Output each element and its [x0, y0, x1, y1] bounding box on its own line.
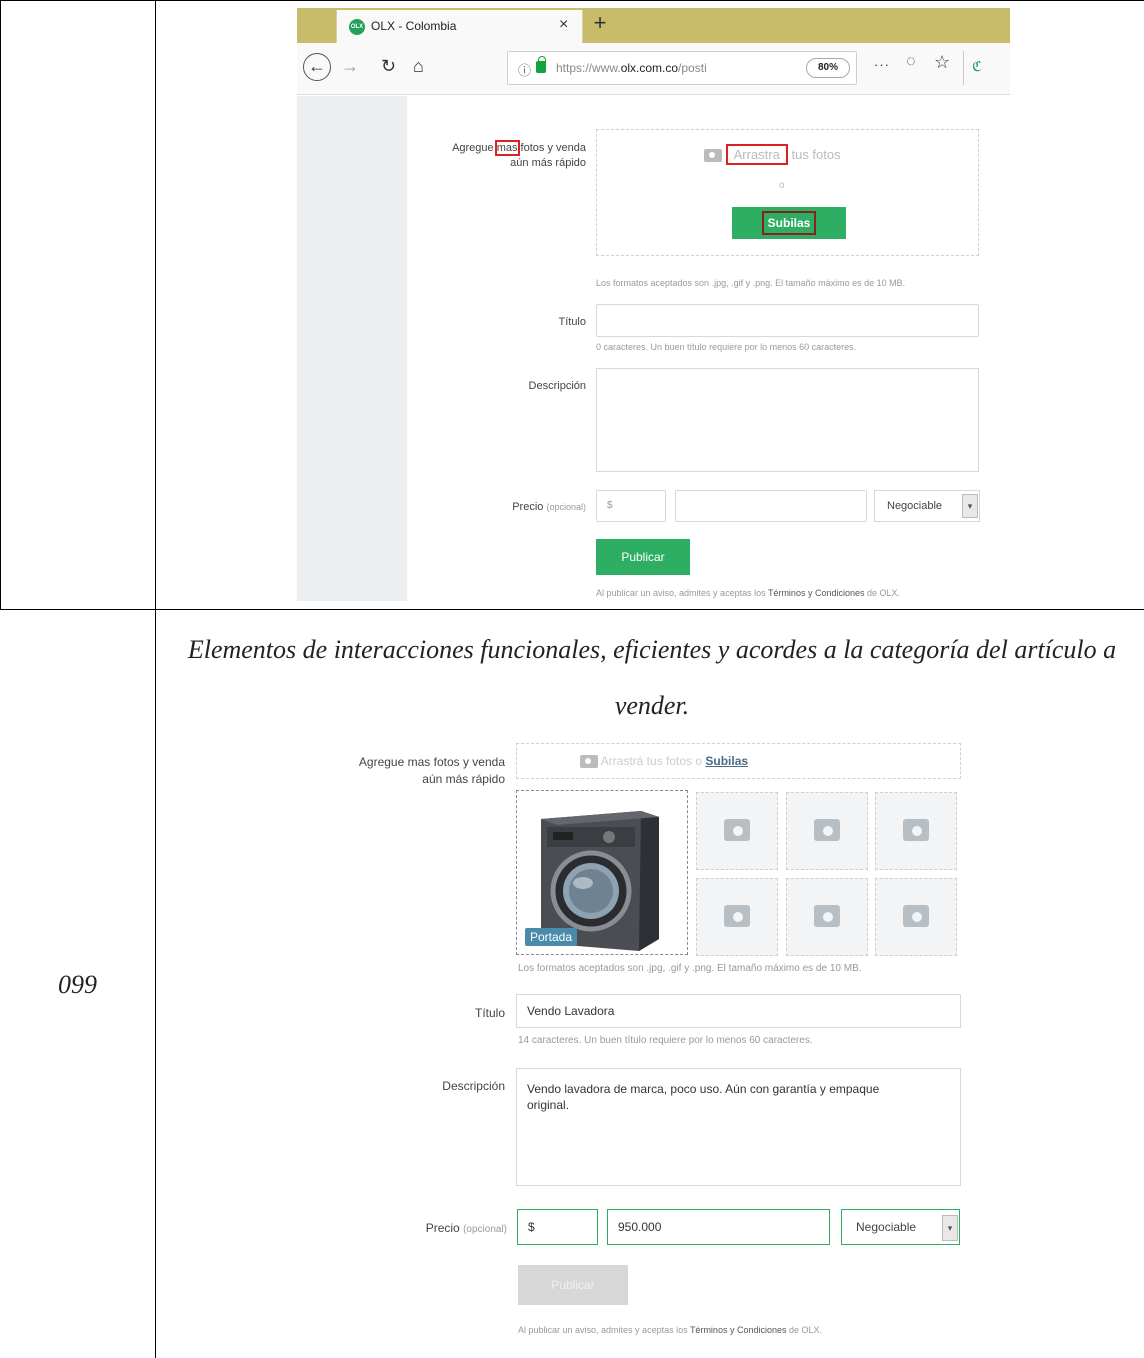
camera-icon: [580, 755, 598, 769]
terms-text: Al publicar un aviso, admites y aceptas …: [518, 1325, 823, 1335]
terms-text: Al publicar un aviso, admites y aceptas …: [596, 588, 901, 598]
price-label: Precio (opcional): [512, 501, 586, 513]
photos-label: Agregue mas fotos y venda aún más rápido: [358, 755, 505, 786]
formats-hint: Los formatos aceptados son .jpg, .gif y …: [518, 963, 862, 974]
highlight-mas: mas: [494, 140, 520, 156]
formats-hint: Los formatos aceptados son .jpg, .gif y …: [596, 278, 906, 288]
photo-slot[interactable]: [875, 792, 957, 870]
publish-button[interactable]: Publicar: [518, 1265, 628, 1305]
terms-link[interactable]: Términos y Condiciones: [768, 588, 865, 598]
title-hint: 14 caracteres. Un buen título requiere p…: [518, 1035, 813, 1046]
forward-arrow-icon[interactable]: →: [341, 56, 359, 77]
lock-icon: [536, 56, 546, 73]
title-label: Título: [474, 1006, 505, 1020]
photo-slot[interactable]: [875, 878, 957, 956]
price-input[interactable]: [675, 490, 867, 522]
reload-icon[interactable]: ↻: [381, 56, 396, 77]
chevron-down-icon[interactable]: ▾: [942, 1215, 958, 1241]
add-photo-icon: [903, 819, 929, 841]
new-tab-icon[interactable]: +: [587, 10, 613, 36]
table-border-row: [0, 609, 1144, 610]
terms-link[interactable]: Términos y Condiciones: [690, 1325, 787, 1335]
price-input[interactable]: 950.000: [607, 1209, 830, 1245]
drag-text: Arrastrá tus fotos o Subilas: [580, 754, 748, 769]
drag-text: Arrastra tus fotos: [704, 144, 841, 165]
browser-nav-bar: ← → ↻ ⌂ ⓘ https://www.olx.com.co/posti 8…: [297, 43, 1010, 95]
add-photo-icon: [724, 819, 750, 841]
negotiable-value: Negociable: [856, 1220, 917, 1234]
title-input[interactable]: [596, 304, 979, 337]
highlight-arrastra: Arrastra: [725, 144, 788, 165]
add-photo-icon: [903, 905, 929, 927]
negotiable-select[interactable]: Negociable ▾: [874, 490, 980, 522]
description-textarea[interactable]: [596, 368, 979, 472]
photo-slot[interactable]: [786, 878, 868, 956]
back-arrow-icon[interactable]: ←: [303, 53, 331, 81]
row-id: 099: [58, 970, 97, 999]
home-icon[interactable]: ⌂: [413, 56, 424, 77]
price-label: Precio (opcional): [425, 1221, 507, 1235]
url-text: https://www.olx.com.co/posti: [556, 61, 707, 75]
photo-slot[interactable]: [696, 792, 778, 870]
chevron-down-icon[interactable]: ▾: [962, 494, 978, 518]
cover-photo[interactable]: Portada: [516, 790, 688, 955]
table-border-column: [155, 0, 156, 1358]
page-sidebar: [297, 96, 407, 601]
caption: Elementos de interacciones funcionales, …: [187, 635, 1117, 720]
or-text: o: [779, 180, 785, 191]
photo-dropzone[interactable]: Arrastra tus fotos o Subilas: [596, 129, 979, 256]
browser-tab[interactable]: OLX OLX - Colombia ×: [336, 10, 583, 43]
add-photo-icon: [814, 819, 840, 841]
negotiable-select[interactable]: Negociable ▾: [841, 1209, 960, 1245]
publish-button[interactable]: Publicar: [596, 539, 690, 575]
cover-badge: Portada: [525, 928, 578, 946]
close-icon[interactable]: ×: [559, 16, 568, 34]
pocket-icon[interactable]: ◌: [906, 53, 916, 71]
photo-slot[interactable]: [696, 878, 778, 956]
add-photo-icon: [724, 905, 750, 927]
screenshot-after: Agregue mas fotos y venda aún más rápido …: [315, 735, 975, 1355]
extension-icon[interactable]: ℭ: [963, 51, 1003, 85]
camera-icon: [704, 149, 722, 163]
info-icon[interactable]: ⓘ: [518, 60, 531, 79]
description-textarea[interactable]: Vendo lavadora de marca, poco uso. Aún c…: [516, 1068, 961, 1186]
photos-label: Agregue mas fotos y venda aún más rápido: [452, 140, 586, 169]
browser-tab-bar: OLX OLX - Colombia × +: [297, 8, 1010, 43]
title-hint: 0 caracteres. Un buen título requiere po…: [596, 342, 857, 352]
upload-link[interactable]: Subilas: [705, 754, 748, 768]
photo-dropzone[interactable]: Arrastrá tus fotos o Subilas: [516, 743, 961, 779]
title-input[interactable]: Vendo Lavadora: [516, 994, 961, 1028]
add-photo-icon: [814, 905, 840, 927]
olx-favicon-icon: OLX: [349, 19, 365, 35]
zoom-level[interactable]: 80%: [806, 58, 850, 78]
bookmark-star-icon[interactable]: ☆: [934, 52, 950, 73]
post-form-before: Agregue mas fotos y venda aún más rápido…: [297, 96, 1010, 601]
address-bar[interactable]: ⓘ https://www.olx.com.co/posti 80%: [507, 51, 857, 85]
more-options-icon[interactable]: ···: [874, 57, 890, 72]
description-label: Descripción: [442, 1079, 505, 1093]
currency-input[interactable]: $: [517, 1209, 598, 1245]
currency-input[interactable]: $: [596, 490, 666, 522]
photo-slot[interactable]: [786, 792, 868, 870]
description-label: Descripción: [528, 380, 586, 392]
table-border-top: [0, 0, 1144, 1]
tab-title: OLX - Colombia: [371, 19, 457, 33]
screenshot-before: OLX OLX - Colombia × + ← → ↻ ⌂ ⓘ https:/…: [297, 8, 1010, 601]
upload-button[interactable]: Subilas: [732, 207, 846, 239]
table-border-left: [0, 0, 1, 610]
negotiable-value: Negociable: [887, 500, 943, 512]
title-label: Título: [558, 316, 586, 328]
